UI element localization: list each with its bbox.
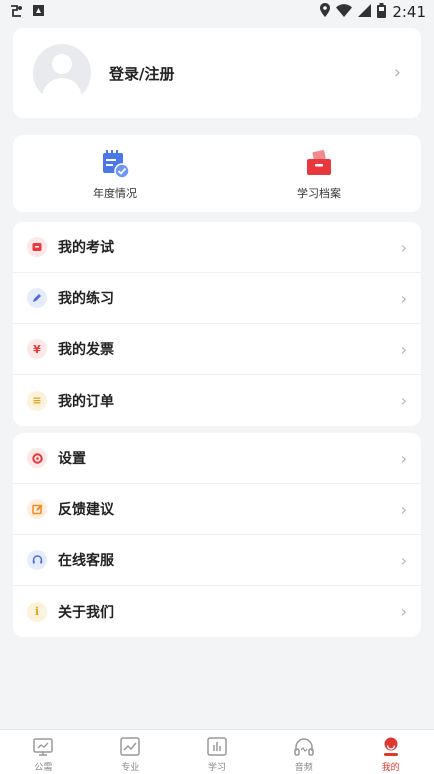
headset-icon — [27, 550, 47, 570]
nav-tab-public[interactable]: 公需 — [0, 730, 87, 774]
menu-item-label: 我的订单 — [58, 393, 114, 410]
calendar-check-icon — [103, 150, 130, 179]
menu-item-my-invoices[interactable]: ¥ 我的发票 › — [13, 324, 421, 375]
menu-item-label: 我的考试 — [58, 240, 114, 256]
menu-item-settings[interactable]: 设置 › — [13, 433, 421, 484]
menu-group-my-items: 我的考试 › 我的练习 › ¥ 我的发票 › ≡ 我的订单 › — [13, 222, 421, 426]
menu-item-label: 在线客服 — [58, 553, 114, 569]
menu-item-label: 我的练习 — [58, 291, 114, 307]
status-bar: 2:41 — [0, 0, 434, 24]
annual-status-button[interactable]: 年度情况 — [13, 135, 217, 212]
monitor-icon — [33, 738, 54, 756]
chevron-right-icon: › — [400, 237, 407, 257]
nav-tab-study[interactable]: 学习 — [174, 730, 261, 774]
usb-debug-icon — [8, 3, 24, 22]
list-icon: ≡ — [27, 390, 47, 411]
menu-item-label: 反馈建议 — [58, 502, 114, 518]
pen-icon — [27, 288, 47, 308]
info-icon: i — [27, 601, 47, 622]
archive-box-icon — [307, 150, 331, 175]
menu-item-label: 设置 — [58, 451, 86, 467]
yuan-icon: ¥ — [27, 339, 47, 359]
nav-tab-professional[interactable]: 专业 — [87, 730, 174, 774]
quick-actions-card: 年度情况 学习档案 — [13, 135, 421, 212]
location-icon — [320, 3, 331, 21]
profile-card[interactable]: 登录/注册 › — [13, 28, 421, 118]
chart-line-icon — [120, 737, 140, 756]
gear-icon — [27, 448, 47, 468]
chevron-right-icon: › — [400, 391, 407, 410]
clock-time: 2:41 — [392, 3, 426, 21]
chevron-right-icon: › — [400, 550, 407, 570]
study-archive-button[interactable]: 学习档案 — [217, 135, 421, 212]
profile-icon — [383, 737, 398, 756]
chevron-right-icon: › — [400, 448, 407, 468]
battery-icon — [377, 2, 387, 22]
nav-tab-audio[interactable]: 音频 — [260, 730, 347, 774]
nav-label: 公需 — [34, 763, 53, 773]
quick-action-label: 学习档案 — [297, 187, 341, 200]
menu-item-my-practice[interactable]: 我的练习 › — [13, 273, 421, 324]
login-register-label[interactable]: 登录/注册 — [109, 63, 174, 84]
chevron-right-icon: › — [400, 602, 407, 621]
chevron-right-icon: › — [400, 288, 407, 308]
quick-action-label: 年度情况 — [93, 187, 137, 200]
edit-icon — [27, 499, 47, 519]
bar-chart-icon — [207, 737, 227, 756]
sim-notification-icon — [32, 4, 45, 20]
menu-item-my-orders[interactable]: ≡ 我的订单 › — [13, 375, 421, 426]
nav-label: 学习 — [207, 763, 226, 773]
chevron-right-icon: › — [393, 62, 401, 83]
exam-icon — [27, 237, 47, 257]
headphones-icon — [294, 738, 314, 756]
chevron-right-icon: › — [400, 339, 407, 359]
chevron-right-icon: › — [400, 499, 407, 519]
nav-label: 我的 — [381, 763, 400, 773]
menu-item-my-exams[interactable]: 我的考试 › — [13, 222, 421, 273]
menu-group-settings: 设置 › 反馈建议 › 在线客服 › i 关于我们 › — [13, 433, 421, 637]
nav-tab-mine[interactable]: 我的 — [347, 730, 434, 774]
avatar[interactable] — [33, 44, 91, 102]
menu-item-feedback[interactable]: 反馈建议 › — [13, 484, 421, 535]
wifi-icon — [336, 3, 353, 21]
menu-item-about-us[interactable]: i 关于我们 › — [13, 586, 421, 637]
menu-item-label: 我的发票 — [58, 342, 114, 358]
menu-item-label: 关于我们 — [58, 604, 114, 621]
signal-icon — [358, 3, 372, 21]
nav-label: 专业 — [121, 763, 140, 773]
menu-item-online-service[interactable]: 在线客服 › — [13, 535, 421, 586]
bottom-nav: 公需 专业 学习 音频 我的 — [0, 729, 434, 774]
nav-label: 音频 — [294, 763, 313, 773]
